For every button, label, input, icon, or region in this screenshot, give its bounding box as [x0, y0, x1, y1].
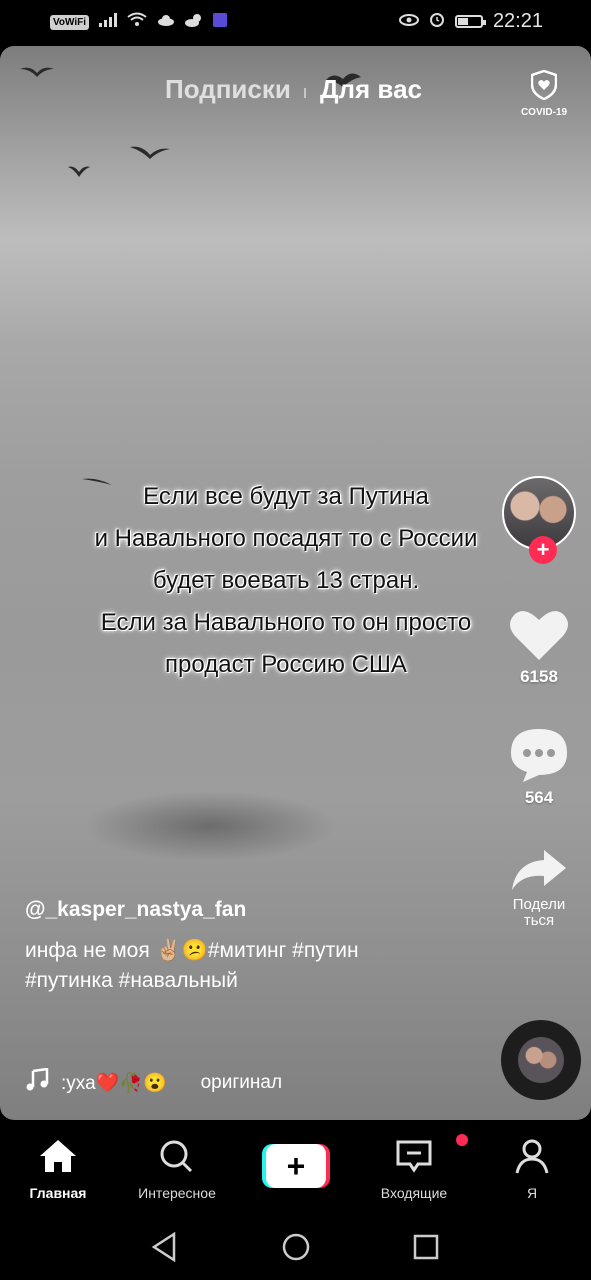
nav-inbox[interactable]: Входящие [364, 1134, 468, 1201]
caption: @_kasper_nastya_fan инфа не моя ✌🏼😕#мити… [25, 898, 465, 996]
covid-label: COVID-19 [520, 107, 568, 118]
description-line: инфа не моя ✌🏼😕#митинг #путин [25, 939, 359, 962]
search-icon [157, 1140, 197, 1178]
vowifi-badge: VoWiFi [50, 14, 90, 30]
battery-level [457, 18, 468, 25]
music-title: :уха❤️🥀😮 [61, 1073, 167, 1094]
recents-icon[interactable] [413, 1234, 439, 1265]
video-player[interactable]: Подписки Для вас COVID-19 Если все будут… [0, 46, 591, 1120]
covid-button[interactable]: COVID-19 [517, 69, 571, 118]
wifi-icon [127, 12, 147, 32]
clock: 22:21 [492, 10, 543, 32]
share-label: ться [523, 912, 555, 929]
app-notification-icon [213, 12, 228, 32]
comment-button[interactable]: 564 [499, 727, 579, 808]
back-icon[interactable] [150, 1231, 178, 1267]
weather-icon [185, 13, 203, 32]
cloud-icon [157, 13, 175, 31]
profile-icon [512, 1139, 552, 1178]
music-bar[interactable]: :уха❤️🥀😮 оригинал [25, 1067, 283, 1098]
nav-home[interactable]: Главная [8, 1138, 108, 1201]
overlay-line: продаст Россию США [165, 651, 407, 678]
signal-icon [99, 12, 118, 32]
nav-profile[interactable]: Я [482, 1138, 582, 1201]
alarm-icon [429, 11, 445, 32]
share-button[interactable]: Подели ться [499, 848, 579, 929]
overlay-line: будет воевать 13 стран. [152, 567, 420, 594]
battery-icon [454, 15, 486, 28]
nav-label: Интересное [138, 1185, 216, 1201]
nav-label: Я [526, 1185, 538, 1201]
shield-heart-icon [530, 69, 558, 104]
bottom-nav: Главная Интересное + Входящие Я [0, 1120, 591, 1210]
like-button[interactable]: 6158 [499, 608, 579, 687]
overlay-line: Если за Навального то он просто [100, 609, 472, 636]
bird-shape [130, 138, 170, 170]
follow-button[interactable]: + [529, 536, 557, 564]
plus-icon: + [266, 1144, 326, 1188]
disc-avatar [518, 1037, 564, 1083]
create-button[interactable]: + [262, 1144, 330, 1188]
comment-icon [509, 729, 569, 787]
action-rail: + 6158 564 Подели ться [499, 476, 579, 929]
comment-count: 564 [524, 788, 554, 807]
nav-label: Главная [29, 1185, 87, 1201]
like-count: 6158 [520, 667, 558, 686]
music-note-icon [25, 1067, 49, 1098]
overlay-line: Если все будут за Путина [143, 483, 429, 510]
home-circle-icon[interactable] [281, 1232, 311, 1267]
description-line: #путинка #навальный [25, 969, 238, 992]
nav-discover[interactable]: Интересное [127, 1138, 227, 1201]
tab-following[interactable]: Подписки [165, 74, 291, 105]
eye-icon [398, 13, 419, 31]
inbox-icon [394, 1134, 468, 1179]
heart-icon [509, 611, 569, 666]
status-bar: VoWiFi 22:21 [0, 0, 591, 46]
share-label: Подели [512, 896, 566, 913]
overlay-line: и Навального посадят то с России [94, 525, 478, 552]
music-disc[interactable] [501, 1020, 581, 1100]
share-arrow-icon [510, 850, 568, 896]
nav-label: Входящие [380, 1185, 448, 1201]
system-nav-bar [0, 1210, 591, 1280]
creator-avatar[interactable]: + [502, 476, 576, 564]
tab-for-you[interactable]: Для вас [320, 74, 422, 105]
bird-shape [68, 154, 90, 186]
home-icon [38, 1140, 78, 1178]
music-original: оригинал [200, 1072, 283, 1093]
tab-divider [304, 88, 306, 98]
feed-tabs: Подписки Для вас [0, 74, 591, 114]
video-overlay-text: Если все будут за Путина и Навального по… [36, 476, 536, 686]
username-link[interactable]: @_kasper_nastya_fan [25, 898, 465, 922]
notification-dot [456, 1134, 468, 1146]
